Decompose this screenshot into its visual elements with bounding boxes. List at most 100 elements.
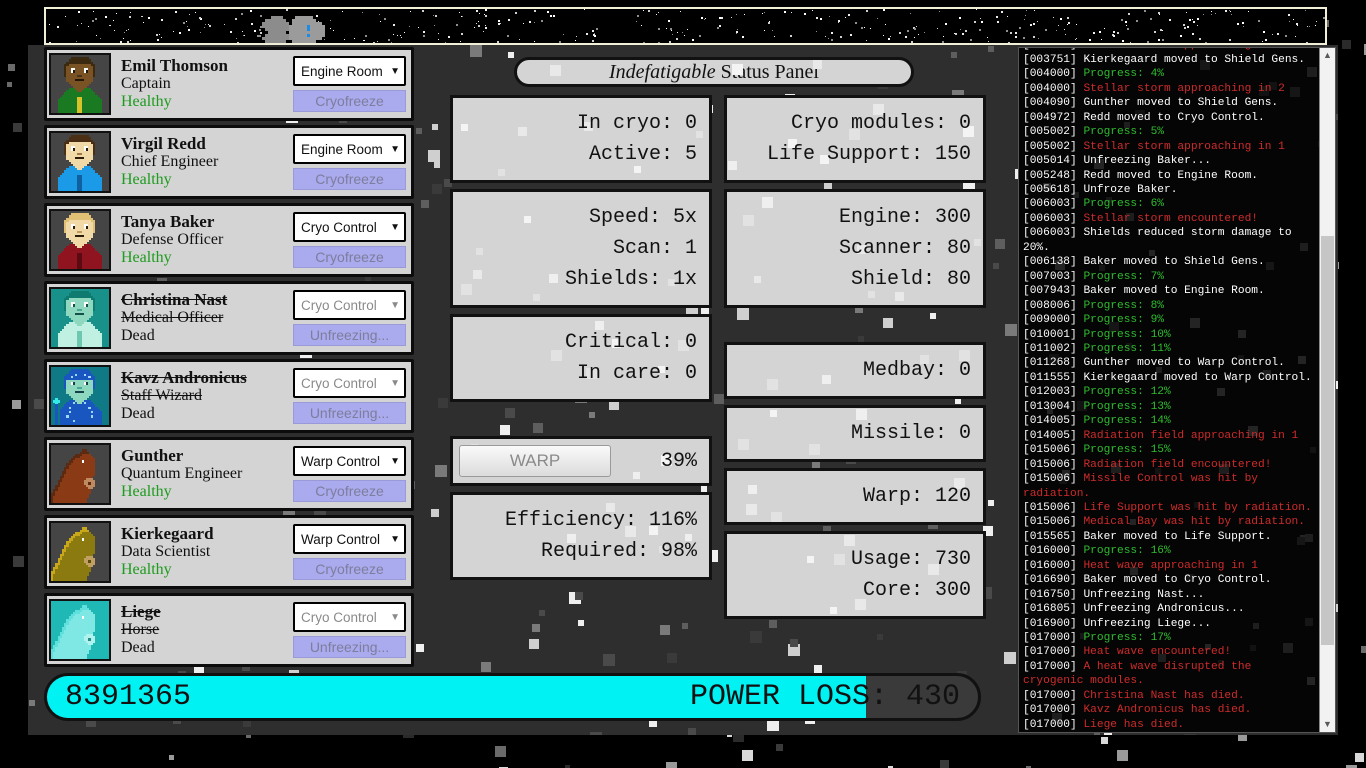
crew-controls: Engine Room ▼ Cryofreeze bbox=[293, 56, 411, 112]
log-line: [012003] Progress: 12% bbox=[1023, 385, 1316, 399]
cryo-action-button[interactable]: Cryofreeze bbox=[293, 558, 406, 580]
station-select[interactable]: Cryo Control ▼ bbox=[293, 368, 406, 398]
log-message: Gunther moved to Shield Gens. bbox=[1083, 97, 1279, 110]
caret-up-icon[interactable]: ▲ bbox=[1320, 48, 1335, 63]
main-window: Emil Thomson Captain Healthy Engine Room ▼ Cr… bbox=[28, 45, 1338, 735]
cryo-action-button[interactable]: Unfreezing... bbox=[293, 636, 406, 658]
ship-name: Indefatigable bbox=[609, 60, 716, 83]
log-timestamp: [009000] bbox=[1023, 314, 1077, 327]
log-message: Progress: 16% bbox=[1083, 545, 1171, 558]
log-timestamp: [004090] bbox=[1023, 97, 1077, 110]
log-timestamp: [004000] bbox=[1023, 82, 1077, 95]
cryo-action-button[interactable]: Cryofreeze bbox=[293, 168, 406, 190]
log-line: [016805] Unfreezing Andronicus... bbox=[1023, 602, 1316, 616]
log-scrollbar[interactable]: ▲ ▼ bbox=[1319, 48, 1335, 732]
crew-status: Dead bbox=[121, 404, 155, 422]
cryo-action-button[interactable]: Cryofreeze bbox=[293, 480, 406, 502]
log-message: Liege has died. bbox=[1083, 718, 1185, 731]
crew-controls: Warp Control ▼ Cryofreeze bbox=[293, 446, 411, 502]
log-message: Kierkegaard moved to Warp Control. bbox=[1083, 371, 1312, 384]
log-message: Medical Bay was hit by radiation. bbox=[1083, 516, 1305, 529]
log-timestamp: [017000] bbox=[1023, 689, 1077, 702]
log-timestamp: [004972] bbox=[1023, 111, 1077, 124]
log-timestamp: [017000] bbox=[1023, 632, 1077, 645]
log-message: Progress: 4% bbox=[1083, 68, 1165, 81]
log-message: Radiation field encountered! bbox=[1083, 458, 1272, 471]
portrait-kavz-andronicus bbox=[49, 365, 111, 427]
crew-status: Healthy bbox=[121, 170, 172, 188]
station-select[interactable]: Cryo Control ▼ bbox=[293, 212, 406, 242]
log-line: [017000] Kavz Andronicus has died. bbox=[1023, 703, 1316, 717]
crew-controls: Cryo Control ▼ Unfreezing... bbox=[293, 602, 411, 658]
crew-name: Kierkegaard bbox=[121, 524, 214, 544]
log-line: [016900] Unfreezing Liege... bbox=[1023, 617, 1316, 631]
log-message: Progress: 15% bbox=[1083, 444, 1171, 457]
log-message: Progress: 8% bbox=[1083, 299, 1165, 312]
status-line: Shields: 1x bbox=[564, 268, 697, 291]
efficiency-card: Efficiency: 116% Required: 98% bbox=[450, 492, 712, 580]
log-message: Gunther moved to Warp Control. bbox=[1083, 357, 1285, 370]
event-log[interactable]: [003001] Progress: 3%[003001] Stellar st… bbox=[1019, 48, 1319, 732]
log-timestamp: [016690] bbox=[1023, 574, 1077, 587]
log-line: [005014] Unfreezing Baker... bbox=[1023, 154, 1316, 168]
log-line: [006003] Shields reduced storm damage to… bbox=[1023, 226, 1316, 255]
log-message: Unfroze Baker. bbox=[1083, 183, 1178, 196]
station-select[interactable]: Warp Control ▼ bbox=[293, 446, 406, 476]
log-line: [016000] Heat wave approaching in 1 bbox=[1023, 559, 1316, 573]
station-select[interactable]: Engine Room ▼ bbox=[293, 56, 406, 86]
log-line: [017000] Heat wave encountered! bbox=[1023, 645, 1316, 659]
log-line: [007943] Baker moved to Engine Room. bbox=[1023, 284, 1316, 298]
status-line: Active: 5 bbox=[588, 143, 697, 166]
chevron-down-icon: ▼ bbox=[390, 533, 400, 545]
status-line: Required: 98% bbox=[540, 540, 697, 563]
log-message: Progress: 14% bbox=[1083, 415, 1171, 428]
station-select[interactable]: Cryo Control ▼ bbox=[293, 602, 406, 632]
cryo-action-button[interactable]: Cryofreeze bbox=[293, 90, 406, 112]
score-progress-text: 8391365 POWER LOSS: 430 bbox=[47, 676, 978, 718]
status-card: Speed: 5x Scan: 1 Shields: 1x bbox=[450, 189, 712, 308]
scrollbar-thumb[interactable] bbox=[1321, 236, 1334, 646]
log-timestamp: [003751] bbox=[1023, 53, 1077, 66]
log-message: Progress: 12% bbox=[1083, 386, 1171, 399]
cryo-action-button[interactable]: Cryofreeze bbox=[293, 246, 406, 268]
crew-info: Liege Horse Dead bbox=[111, 603, 293, 656]
crew-name: Tanya Baker bbox=[121, 212, 215, 232]
crew-info: Kavz Andronicus Staff Wizard Dead bbox=[111, 369, 293, 422]
log-line: [014005] Progress: 14% bbox=[1023, 414, 1316, 428]
crew-row: Kavz Andronicus Staff Wizard Dead Cryo Cont… bbox=[44, 359, 414, 433]
crew-controls: Cryo Control ▼ Cryofreeze bbox=[293, 212, 411, 268]
log-line: [004090] Gunther moved to Shield Gens. bbox=[1023, 96, 1316, 110]
station-select[interactable]: Warp Control ▼ bbox=[293, 524, 406, 554]
cryo-action-button[interactable]: Unfreezing... bbox=[293, 402, 406, 424]
crew-role: Chief Engineer bbox=[121, 152, 219, 170]
log-message: Radiation field approaching in 1 bbox=[1083, 429, 1299, 442]
log-message: Progress: 17% bbox=[1083, 632, 1171, 645]
cryo-action-button[interactable]: Unfreezing... bbox=[293, 324, 406, 346]
log-timestamp: [011555] bbox=[1023, 371, 1077, 384]
log-line: [017000] Progress: 17% bbox=[1023, 631, 1316, 645]
chevron-down-icon: ▼ bbox=[390, 455, 400, 467]
log-timestamp: [015006] bbox=[1023, 473, 1077, 486]
station-select[interactable]: Engine Room ▼ bbox=[293, 134, 406, 164]
status-card: Engine: 300 Scanner: 80 Shield: 80 bbox=[724, 189, 986, 308]
log-timestamp: [008006] bbox=[1023, 299, 1077, 312]
log-timestamp: [003001] bbox=[1023, 48, 1077, 51]
crew-status: Healthy bbox=[121, 248, 172, 266]
log-line: [013004] Progress: 13% bbox=[1023, 400, 1316, 414]
log-timestamp: [006003] bbox=[1023, 198, 1077, 211]
log-message: Progress: 9% bbox=[1083, 314, 1165, 327]
crew-role: Defense Officer bbox=[121, 230, 224, 248]
warp-card: WARP 39% bbox=[450, 436, 712, 486]
warp-button[interactable]: WARP bbox=[459, 445, 611, 477]
caret-down-icon[interactable]: ▼ bbox=[1320, 717, 1335, 732]
status-line: Speed: 5x bbox=[588, 206, 697, 229]
portrait-kierkegaard bbox=[49, 521, 111, 583]
log-timestamp: [005002] bbox=[1023, 140, 1077, 153]
crew-role: Horse bbox=[121, 620, 160, 638]
log-line: [011268] Gunther moved to Warp Control. bbox=[1023, 356, 1316, 370]
log-timestamp: [015006] bbox=[1023, 444, 1077, 457]
log-line: [016000] Progress: 16% bbox=[1023, 544, 1316, 558]
log-timestamp: [017000] bbox=[1023, 704, 1077, 717]
station-select[interactable]: Cryo Control ▼ bbox=[293, 290, 406, 320]
power-loss-label: POWER LOSS: 430 bbox=[689, 680, 960, 714]
